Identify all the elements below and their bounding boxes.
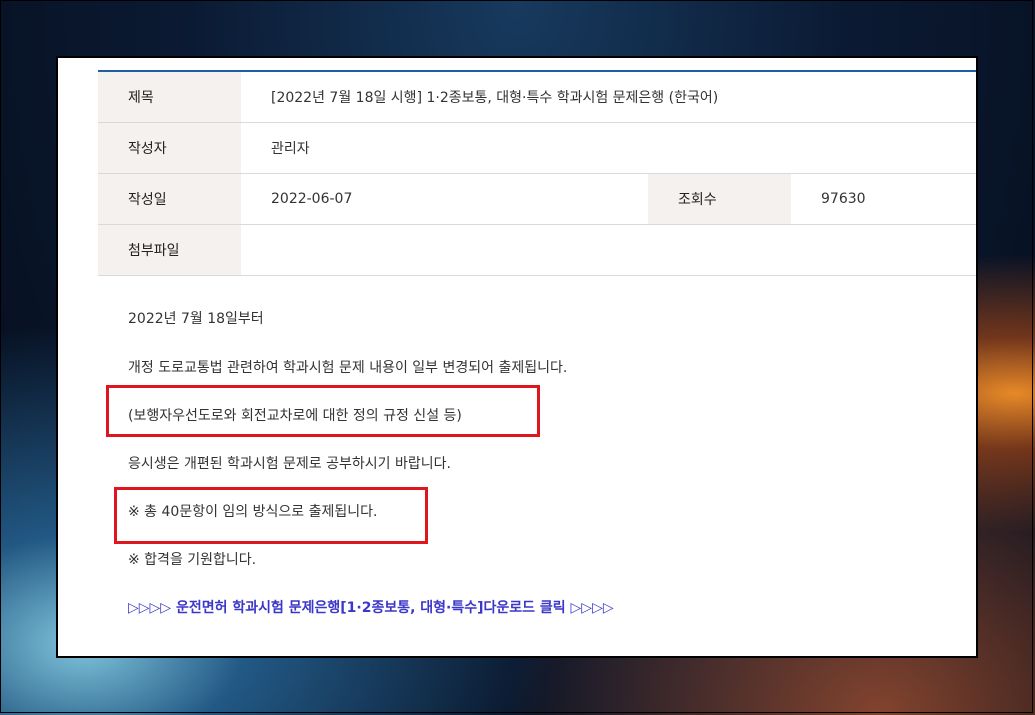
attachment-row: 첨부파일 — [98, 225, 976, 276]
title-row: 제목 [2022년 7월 18일 시행] 1·2종보통, 대형·특수 학과시험 … — [98, 72, 976, 123]
views-value: 97630 — [821, 191, 866, 207]
attachment-value[interactable] — [241, 225, 976, 275]
views-label: 조회수 — [648, 174, 791, 224]
author-value: 관리자 — [271, 141, 310, 157]
content-line-good-luck: ※ 합격을 기원합니다. — [128, 552, 257, 568]
highlight-box-questions — [114, 487, 428, 544]
highlight-box-definition — [106, 385, 540, 437]
download-link[interactable]: ▷▷▷▷ 운전면허 학과시험 문제은행[1·2종보통, 대형·특수]다운로드 클… — [128, 597, 614, 617]
post-view-panel: 제목 [2022년 7월 18일 시행] 1·2종보통, 대형·특수 학과시험 … — [56, 56, 978, 658]
post-info-table: 제목 [2022년 7월 18일 시행] 1·2종보통, 대형·특수 학과시험 … — [98, 70, 976, 276]
author-row: 작성자 관리자 — [98, 123, 976, 174]
content-line-date: 2022년 7월 18일부터 — [128, 311, 264, 327]
date-row: 작성일 2022-06-07 조회수 97630 — [98, 174, 976, 225]
content-line-study: 응시생은 개편된 학과시험 문제로 공부하시기 바랍니다. — [128, 456, 451, 472]
content-line-notice: 개정 도로교통법 관련하여 학과시험 문제 내용이 일부 변경되어 출제됩니다. — [128, 360, 568, 376]
date-value: 2022-06-07 — [271, 191, 353, 207]
title-label: 제목 — [98, 72, 241, 122]
title-value: [2022년 7월 18일 시행] 1·2종보통, 대형·특수 학과시험 문제은… — [271, 90, 719, 106]
author-label: 작성자 — [98, 123, 241, 173]
attachment-label: 첨부파일 — [98, 225, 241, 275]
date-label: 작성일 — [98, 174, 241, 224]
